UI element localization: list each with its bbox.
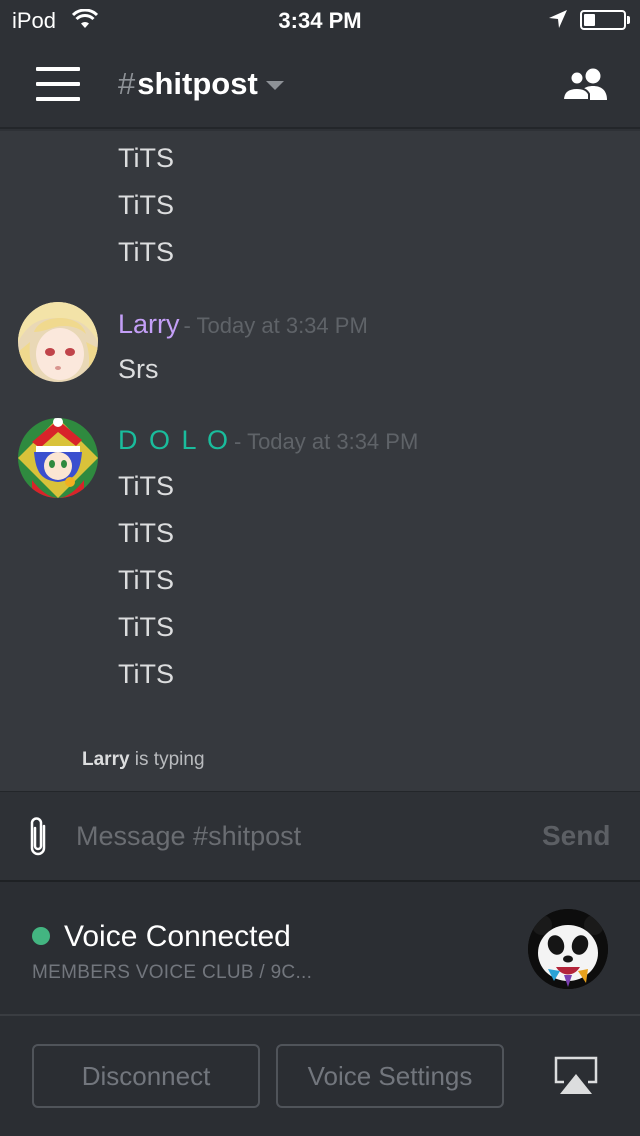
typing-user: Larry [82,749,130,770]
author-name[interactable]: Larry [118,309,180,339]
voice-user-avatar[interactable] [528,909,608,989]
channel-hash: # [118,66,136,101]
avatar-dolo[interactable] [18,418,98,498]
voice-settings-button[interactable]: Voice Settings [276,1044,504,1108]
chevron-down-icon [265,81,284,91]
message-composer: Send [0,791,640,882]
members-icon[interactable] [562,68,610,100]
message-text: TiTS [118,190,174,220]
message-author-group: D O L O- Today at 3:34 PM [118,425,418,456]
status-bar: iPod 3:34 PM [0,0,640,40]
typing-suffix: is typing [129,749,205,770]
clock: 3:34 PM [278,8,362,33]
typing-indicator: Larry is typing [82,749,205,771]
message-text: TiTS [118,471,174,501]
voice-panel: Voice Connected MEMBERS VOICE CLUB / 9C.… [0,882,640,1136]
channel-name: shitpost [137,66,258,101]
paperclip-icon[interactable] [24,814,52,860]
message-text: TiTS [118,659,174,689]
panda-avatar-icon [528,909,608,989]
voice-status-dot [32,927,50,945]
location-arrow-icon [549,10,567,28]
message-text: Srs [118,354,159,384]
message-input[interactable] [76,814,516,858]
message-text: TiTS [118,612,174,642]
voice-status: Voice Connected [64,920,291,953]
battery-icon [580,10,626,30]
disconnect-button[interactable]: Disconnect [32,1044,260,1108]
channel-title[interactable]: #shitpost [118,66,284,102]
message-text: TiTS [118,237,174,267]
message-text: TiTS [118,565,174,595]
avatar-larry[interactable] [18,302,98,382]
divider [0,1014,640,1016]
message-text: TiTS [118,518,174,548]
battery-tip [627,16,630,24]
anime-girl-avatar-icon [18,302,98,382]
voice-channel[interactable]: MEMBERS VOICE CLUB / 9C... [32,962,312,984]
author-name[interactable]: D O L O [118,425,230,455]
airplay-icon[interactable] [552,1056,600,1096]
message-timestamp: - Today at 3:34 PM [183,313,368,338]
message-timestamp: - Today at 3:34 PM [234,429,419,454]
send-button[interactable]: Send [542,820,610,852]
message-list[interactable]: TiTS TiTS TiTS Larry - Today at 3:34 PM S… [0,131,640,791]
message-text: TiTS [118,143,174,173]
channel-header: #shitpost [0,40,640,129]
hamburger-menu-icon[interactable] [36,67,80,101]
message-author-group: Larry - Today at 3:34 PM [118,309,368,340]
battery-level [584,14,595,26]
anime-girl-santa-avatar-icon [18,418,98,498]
